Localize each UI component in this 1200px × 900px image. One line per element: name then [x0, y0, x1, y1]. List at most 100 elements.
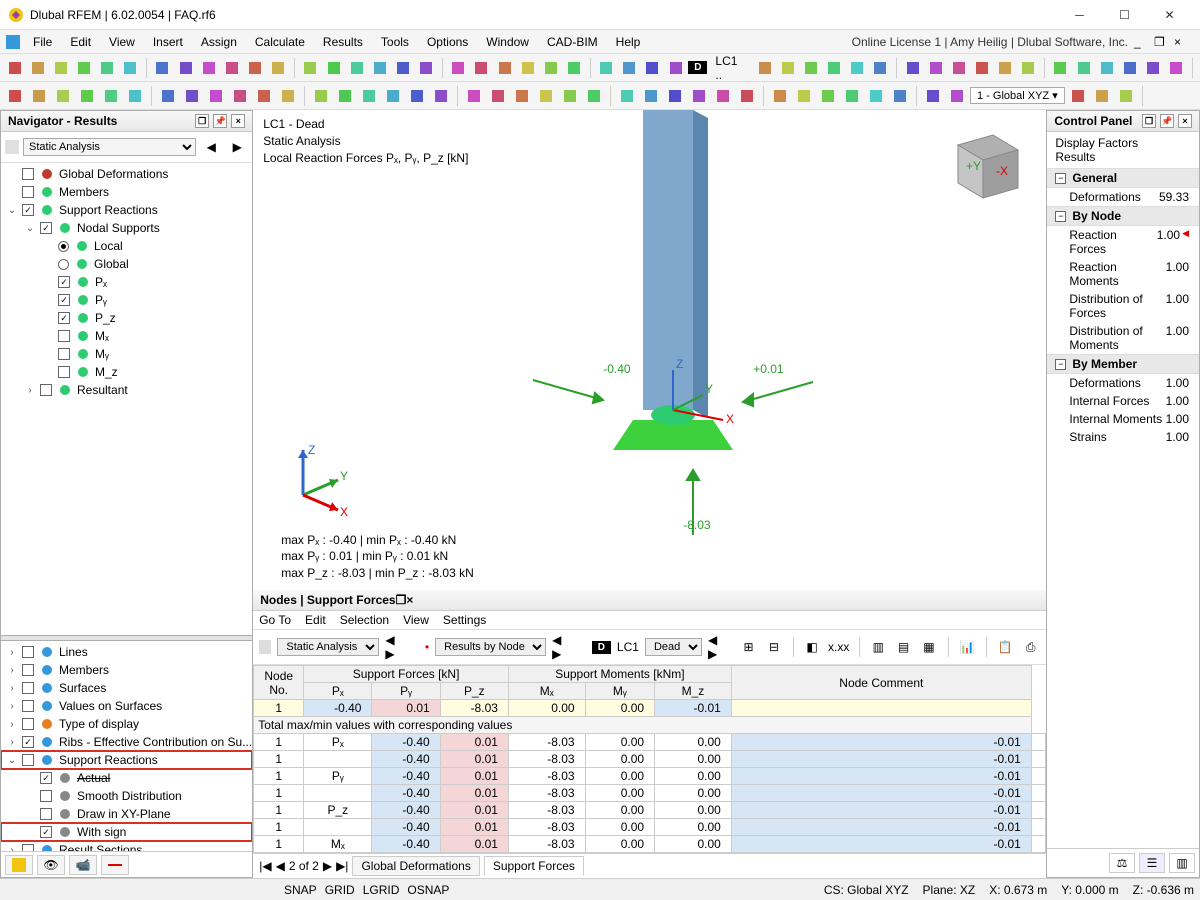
toolbar-icon[interactable] [769, 85, 791, 107]
cp-factor-row[interactable]: Internal Forces1.00 [1047, 392, 1199, 410]
checkbox[interactable] [22, 186, 34, 198]
cp-factor-row[interactable]: Reaction Moments1.00 [1047, 258, 1199, 290]
checkbox[interactable] [40, 808, 52, 820]
table-menu-go to[interactable]: Go To [259, 613, 291, 627]
coord-select[interactable]: 1 - Global XYZ ▾ [970, 87, 1065, 104]
cp-float-icon[interactable]: ❐ [1142, 114, 1156, 128]
checkbox[interactable]: ✓ [40, 222, 52, 234]
tree-twisty-icon[interactable]: › [23, 385, 37, 396]
toolbar-icon[interactable] [392, 57, 413, 79]
cp-factor-row[interactable]: Deformations1.00 [1047, 374, 1199, 392]
toolbar-icon[interactable] [1096, 57, 1117, 79]
cp-factor-row[interactable]: Distribution of Forces1.00 [1047, 290, 1199, 322]
tree-twisty-icon[interactable]: ⌄ [5, 205, 19, 216]
toolbar-icon[interactable] [120, 57, 141, 79]
pager-prev[interactable]: ◀ [276, 859, 285, 873]
checkbox[interactable] [58, 366, 70, 378]
tree-item[interactable]: ›Type of display [1, 715, 252, 733]
tree-item[interactable]: ›Lines [1, 643, 252, 661]
toolbar-icon[interactable] [642, 57, 663, 79]
toolbar-icon[interactable] [1073, 57, 1094, 79]
close-button[interactable]: ✕ [1147, 1, 1192, 29]
toolbar-icon[interactable] [847, 57, 868, 79]
toolbar-icon[interactable] [494, 57, 515, 79]
checkbox[interactable] [58, 330, 70, 342]
toolbar-icon[interactable] [229, 85, 251, 107]
toolbar-icon[interactable] [52, 85, 74, 107]
nav-tab-2[interactable]: 👁 [37, 855, 65, 875]
toolbar-icon[interactable] [889, 85, 911, 107]
tree-item[interactable]: ›Surfaces [1, 679, 252, 697]
cp-factor-row[interactable]: Reaction Forces1.00◀ [1047, 226, 1199, 258]
tree-item[interactable]: ⌄Support Reactions [1, 751, 252, 769]
checkbox[interactable]: ✓ [22, 204, 34, 216]
nav-prev-icon[interactable]: ◀ [200, 136, 222, 158]
cp-group-header[interactable]: −General [1047, 168, 1199, 188]
pager-first[interactable]: |◀ [259, 859, 271, 873]
support-forces-table[interactable]: Node No. Support Forces [kN] Support Mom… [253, 665, 1046, 853]
tree-twisty-icon[interactable]: › [5, 665, 19, 676]
tree-item[interactable]: Draw in XY-Plane [1, 805, 252, 823]
toolbar-icon[interactable] [665, 57, 686, 79]
toolbar-icon[interactable] [517, 57, 538, 79]
toolbar-icon[interactable] [245, 57, 266, 79]
toolbar-icon[interactable] [268, 57, 289, 79]
toolbar-icon[interactable] [471, 57, 492, 79]
toolbar-icon[interactable] [175, 57, 196, 79]
toolbar-icon[interactable] [448, 57, 469, 79]
toolbar-icon[interactable] [688, 85, 710, 107]
tree-item[interactable]: ›Members [1, 661, 252, 679]
checkbox[interactable] [22, 754, 34, 766]
toolbar-icon[interactable] [198, 57, 219, 79]
toolbar-icon[interactable] [1119, 57, 1140, 79]
cp-group-header[interactable]: −By Node [1047, 206, 1199, 226]
cp-tab-list-icon[interactable]: ☰ [1139, 853, 1165, 873]
tree-item[interactable]: ⌄✓Support Reactions [1, 201, 252, 219]
toolbar-icon[interactable] [583, 85, 605, 107]
table-menu-selection[interactable]: Selection [340, 613, 389, 627]
doc-close-icon[interactable]: × [1174, 35, 1194, 49]
toolbar-icon[interactable] [800, 57, 821, 79]
doc-min-icon[interactable]: _ [1134, 35, 1154, 49]
checkbox[interactable] [40, 790, 52, 802]
tree-twisty-icon[interactable]: › [5, 701, 19, 712]
toolbar-icon[interactable] [619, 57, 640, 79]
panel-pin-icon[interactable]: 📌 [213, 114, 227, 128]
toolbar-icon[interactable] [511, 85, 533, 107]
tab-global-def[interactable]: Global Deformations [352, 856, 479, 876]
maximize-button[interactable]: ☐ [1102, 1, 1147, 29]
minimize-button[interactable]: ─ [1057, 1, 1102, 29]
toolbar-icon[interactable] [416, 57, 437, 79]
nav-next-icon[interactable]: ▶ [226, 136, 248, 158]
results-tree-lower[interactable]: ›Lines›Members›Surfaces›Values on Surfac… [1, 641, 252, 851]
toolbar-icon[interactable] [1067, 85, 1089, 107]
cp-factor-row[interactable]: Deformations59.33 [1047, 188, 1199, 206]
snap-osnap[interactable]: OSNAP [403, 883, 453, 897]
toolbar-icon[interactable] [277, 85, 299, 107]
toolbar-icon[interactable] [358, 85, 380, 107]
snap-snap[interactable]: SNAP [280, 883, 321, 897]
cp-factor-row[interactable]: Strains1.00 [1047, 428, 1199, 446]
view-cube[interactable]: +Y -X [938, 120, 1028, 210]
app-menu-icon[interactable] [6, 35, 20, 49]
toolbar-icon[interactable] [971, 57, 992, 79]
cp-factor-row[interactable]: Internal Moments1.00 [1047, 410, 1199, 428]
toolbar-icon[interactable] [205, 85, 227, 107]
table-resultsby-select[interactable]: Results by Node [435, 638, 546, 656]
toolbar-icon[interactable] [346, 57, 367, 79]
checkbox[interactable] [22, 844, 34, 851]
toolbar-icon[interactable] [1143, 57, 1164, 79]
toolbar-icon[interactable] [406, 85, 428, 107]
toolbar-icon[interactable] [97, 57, 118, 79]
toolbar-icon[interactable] [100, 85, 122, 107]
tree-item[interactable]: Mᵧ [1, 345, 252, 363]
toolbar-icon[interactable] [616, 85, 638, 107]
panel-float-icon[interactable]: ❐ [195, 114, 209, 128]
toolbar-icon[interactable] [596, 57, 617, 79]
toolbar-icon[interactable] [487, 85, 509, 107]
tree-item[interactable]: ✓Actual [1, 769, 252, 787]
toolbar-icon[interactable] [1018, 57, 1039, 79]
tbl-btn-4[interactable]: x.xx [828, 636, 850, 658]
cp-tab-scale-icon[interactable]: ⚖ [1109, 853, 1135, 873]
tree-item[interactable]: ›✓Ribs - Effective Contribution on Su... [1, 733, 252, 751]
